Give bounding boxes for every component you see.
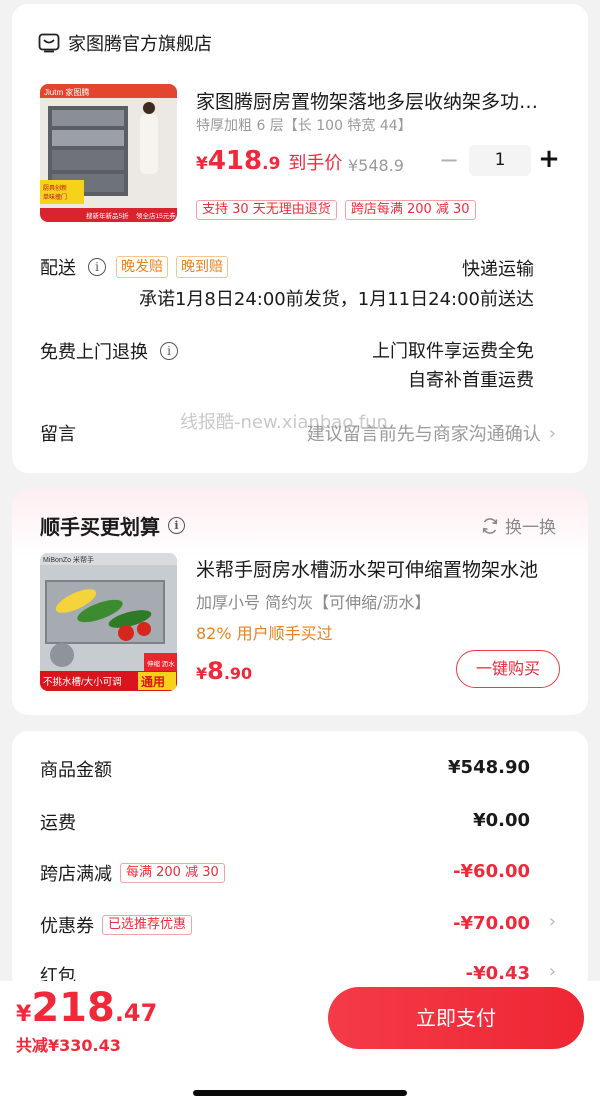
- summary-row-tag: 每满 200 减 30: [120, 863, 225, 883]
- return-service-line2: 自寄补首重运费: [408, 370, 534, 391]
- quantity-decrease-button[interactable]: −: [438, 147, 460, 175]
- product-spec[interactable]: 特厚加粗 6 层【长 100 特宽 44】: [196, 115, 412, 135]
- addon-title-text: 顺手买更划算: [40, 515, 160, 539]
- summary-row-value: ¥548.90: [448, 757, 530, 778]
- product-tags: 支持 30 天无理由退货 跨店每满 200 减 30: [196, 200, 476, 220]
- return-service-row[interactable]: 免费上门退换 i: [40, 338, 178, 364]
- summary-row-cross-store: 跨店满减 每满 200 减 30: [40, 860, 225, 886]
- info-icon[interactable]: i: [88, 258, 106, 276]
- home-indicator[interactable]: [193, 1090, 407, 1096]
- return-policy-tag: 支持 30 天无理由退货: [196, 200, 337, 220]
- summary-row-coupon[interactable]: 优惠券 已选推荐优惠: [40, 912, 193, 938]
- pay-now-button[interactable]: 立即支付: [328, 987, 584, 1049]
- total-currency: ¥: [16, 1002, 32, 1027]
- delivery-row[interactable]: 配送 i 晚发赔 晚到赔: [40, 254, 228, 280]
- addon-product-spec[interactable]: 加厚小号 简约灰【可伸缩/沥水】: [196, 589, 430, 613]
- addon-image-art: MiBonZo 米帮手 伸缩 沥水 不挑水槽/大小可调 通用: [40, 553, 177, 691]
- swap-button[interactable]: 换一换: [481, 513, 556, 538]
- addon-section-title: 顺手买更划算 i: [40, 511, 185, 540]
- one-click-buy-button[interactable]: 一键购买: [456, 650, 560, 688]
- addon-price-currency: ¥: [196, 664, 208, 683]
- summary-row-tag: 已选推荐优惠: [102, 915, 193, 935]
- addon-price-decimal: .90: [223, 664, 253, 683]
- product-title[interactable]: 家图腾厨房置物架落地多层收纳架多功能储物柜: [196, 87, 554, 114]
- refresh-icon: [482, 517, 498, 534]
- addon-buyers-text: 82% 用户顺手买过: [196, 624, 333, 643]
- summary-row-label: 商品金额: [40, 760, 112, 781]
- total-decimal: .47: [114, 999, 158, 1027]
- total-integer: 218: [31, 985, 115, 1031]
- total-saved: 共减¥330.43: [16, 1036, 121, 1055]
- price-integer: 418: [207, 146, 263, 176]
- image-strip-1: 搜新年新品5折: [86, 211, 129, 220]
- total-price: ¥ 218 .47: [16, 985, 157, 1031]
- product-price: ¥ 418 .9 到手价: [196, 146, 342, 176]
- image-strip-2: 领全店15元券: [136, 211, 176, 220]
- addon-image-brand: MiBonZo 米帮手: [43, 555, 94, 564]
- addon-price: ¥ 8 .90: [196, 657, 252, 685]
- return-service-label: 免费上门退换: [40, 342, 148, 363]
- addon-product-title[interactable]: 米帮手厨房水槽沥水架可伸缩置物架水池: [196, 555, 554, 582]
- product-image[interactable]: Jiutm 家图腾 厨具创新 单味撞门 搜新年新品5折 领全店15元券: [40, 84, 177, 222]
- info-icon[interactable]: i: [168, 517, 185, 534]
- addon-product-image[interactable]: MiBonZo 米帮手 伸缩 沥水 不挑水槽/大小可调 通用: [40, 553, 177, 691]
- summary-row-label: 跨店满减: [40, 864, 112, 885]
- info-icon[interactable]: i: [160, 342, 178, 360]
- message-placeholder: 建议留言前先与商家沟通确认: [306, 424, 541, 445]
- image-badge-2: 单味撞门: [43, 193, 67, 201]
- price-currency: ¥: [196, 154, 208, 174]
- quantity-input[interactable]: 1: [469, 145, 531, 176]
- late-arrival-tag: 晚到赔: [176, 256, 228, 278]
- return-service-line1: 上门取件享运费全免: [372, 341, 534, 362]
- addon-image-bottom: 不挑水槽/大小可调: [43, 676, 122, 688]
- store-header[interactable]: 家图腾官方旗舰店: [38, 30, 212, 56]
- addon-image-tag: 通用: [141, 674, 165, 689]
- image-badge-1: 厨具创新: [43, 184, 67, 192]
- delivery-label: 配送: [40, 258, 76, 279]
- summary-row-label: 运费: [40, 813, 76, 834]
- store-name: 家图腾官方旗舰店: [68, 34, 212, 55]
- delivery-promise: 承诺1月8日24:00前发货，1月11日24:00前送达: [138, 289, 534, 310]
- late-ship-tag: 晚发赔: [116, 256, 168, 278]
- price-decimal: .9: [262, 154, 281, 174]
- summary-row-value[interactable]: -¥70.00: [453, 913, 530, 934]
- price-label: 到手价: [288, 153, 343, 174]
- original-price: ¥548.9: [348, 156, 404, 175]
- addon-price-integer: 8: [207, 657, 224, 685]
- delivery-method: 快递运输: [462, 259, 534, 280]
- addon-image-side: 伸缩 沥水: [147, 659, 175, 668]
- quantity-increase-button[interactable]: +: [538, 145, 560, 175]
- order-card: [12, 4, 588, 473]
- chevron-right-icon[interactable]: ›: [549, 911, 556, 932]
- product-image-art: Jiutm 家图腾 厨具创新 单味撞门 搜新年新品5折 领全店15元券: [40, 84, 177, 222]
- summary-row-label: 优惠券: [40, 916, 94, 937]
- summary-row-value: -¥60.00: [453, 861, 530, 882]
- chevron-right-icon: ›: [548, 422, 556, 444]
- store-icon: [38, 33, 60, 53]
- message-input[interactable]: 建议留言前先与商家沟通确认 ›: [307, 420, 556, 446]
- summary-row-value: ¥0.00: [473, 810, 530, 831]
- discount-tag: 跨店每满 200 减 30: [344, 200, 476, 220]
- swap-label: 换一换: [505, 518, 556, 538]
- message-label: 留言: [40, 424, 76, 445]
- image-logo: Jiutm 家图腾: [44, 87, 89, 97]
- chevron-right-icon[interactable]: ›: [549, 961, 556, 982]
